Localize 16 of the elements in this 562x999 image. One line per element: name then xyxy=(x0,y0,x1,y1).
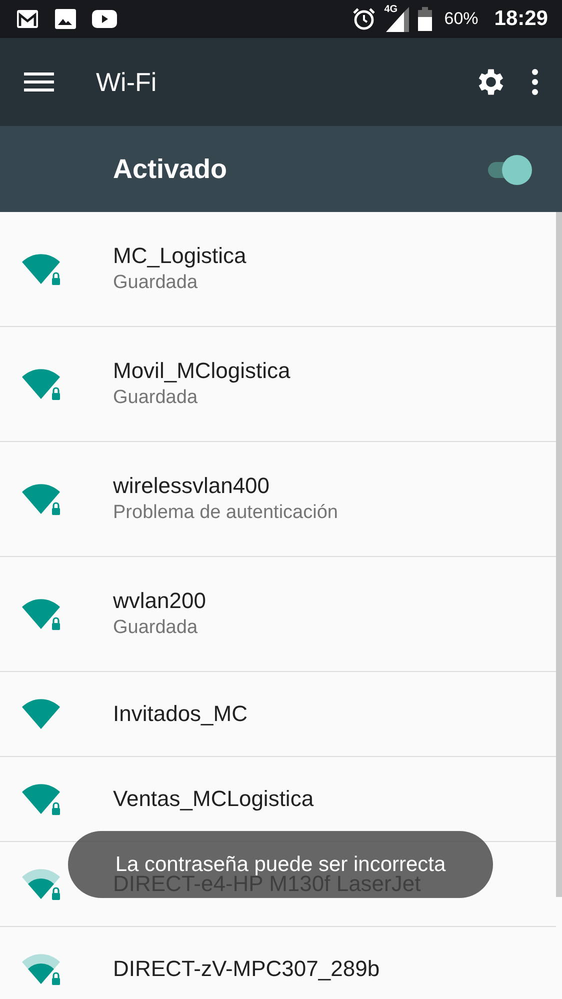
network-name: Movil_MClogistica xyxy=(113,357,290,386)
network-name: Invitados_MC xyxy=(113,700,248,728)
battery-percentage: 60% xyxy=(444,8,478,30)
network-status: Guardada xyxy=(113,386,199,410)
clock-time: 18:29 xyxy=(494,6,548,32)
network-name: wvlan200 xyxy=(113,587,206,616)
network-name: MC_Logistica xyxy=(113,242,246,270)
network-type-label: 4G xyxy=(384,5,398,15)
network-status: Guardada xyxy=(113,270,199,295)
network-status: Problema de autenticación xyxy=(113,500,338,525)
network-name: Ventas_MCLogistica xyxy=(113,784,314,813)
network-name: DIRECT-zV-MPC307_289b xyxy=(113,954,380,983)
network-status: Guardada xyxy=(113,616,199,640)
network-name: wirelessvlan400 xyxy=(113,472,271,500)
toolbar-title: Wi-Fi xyxy=(96,66,157,98)
switch-label: Activado xyxy=(113,152,228,186)
